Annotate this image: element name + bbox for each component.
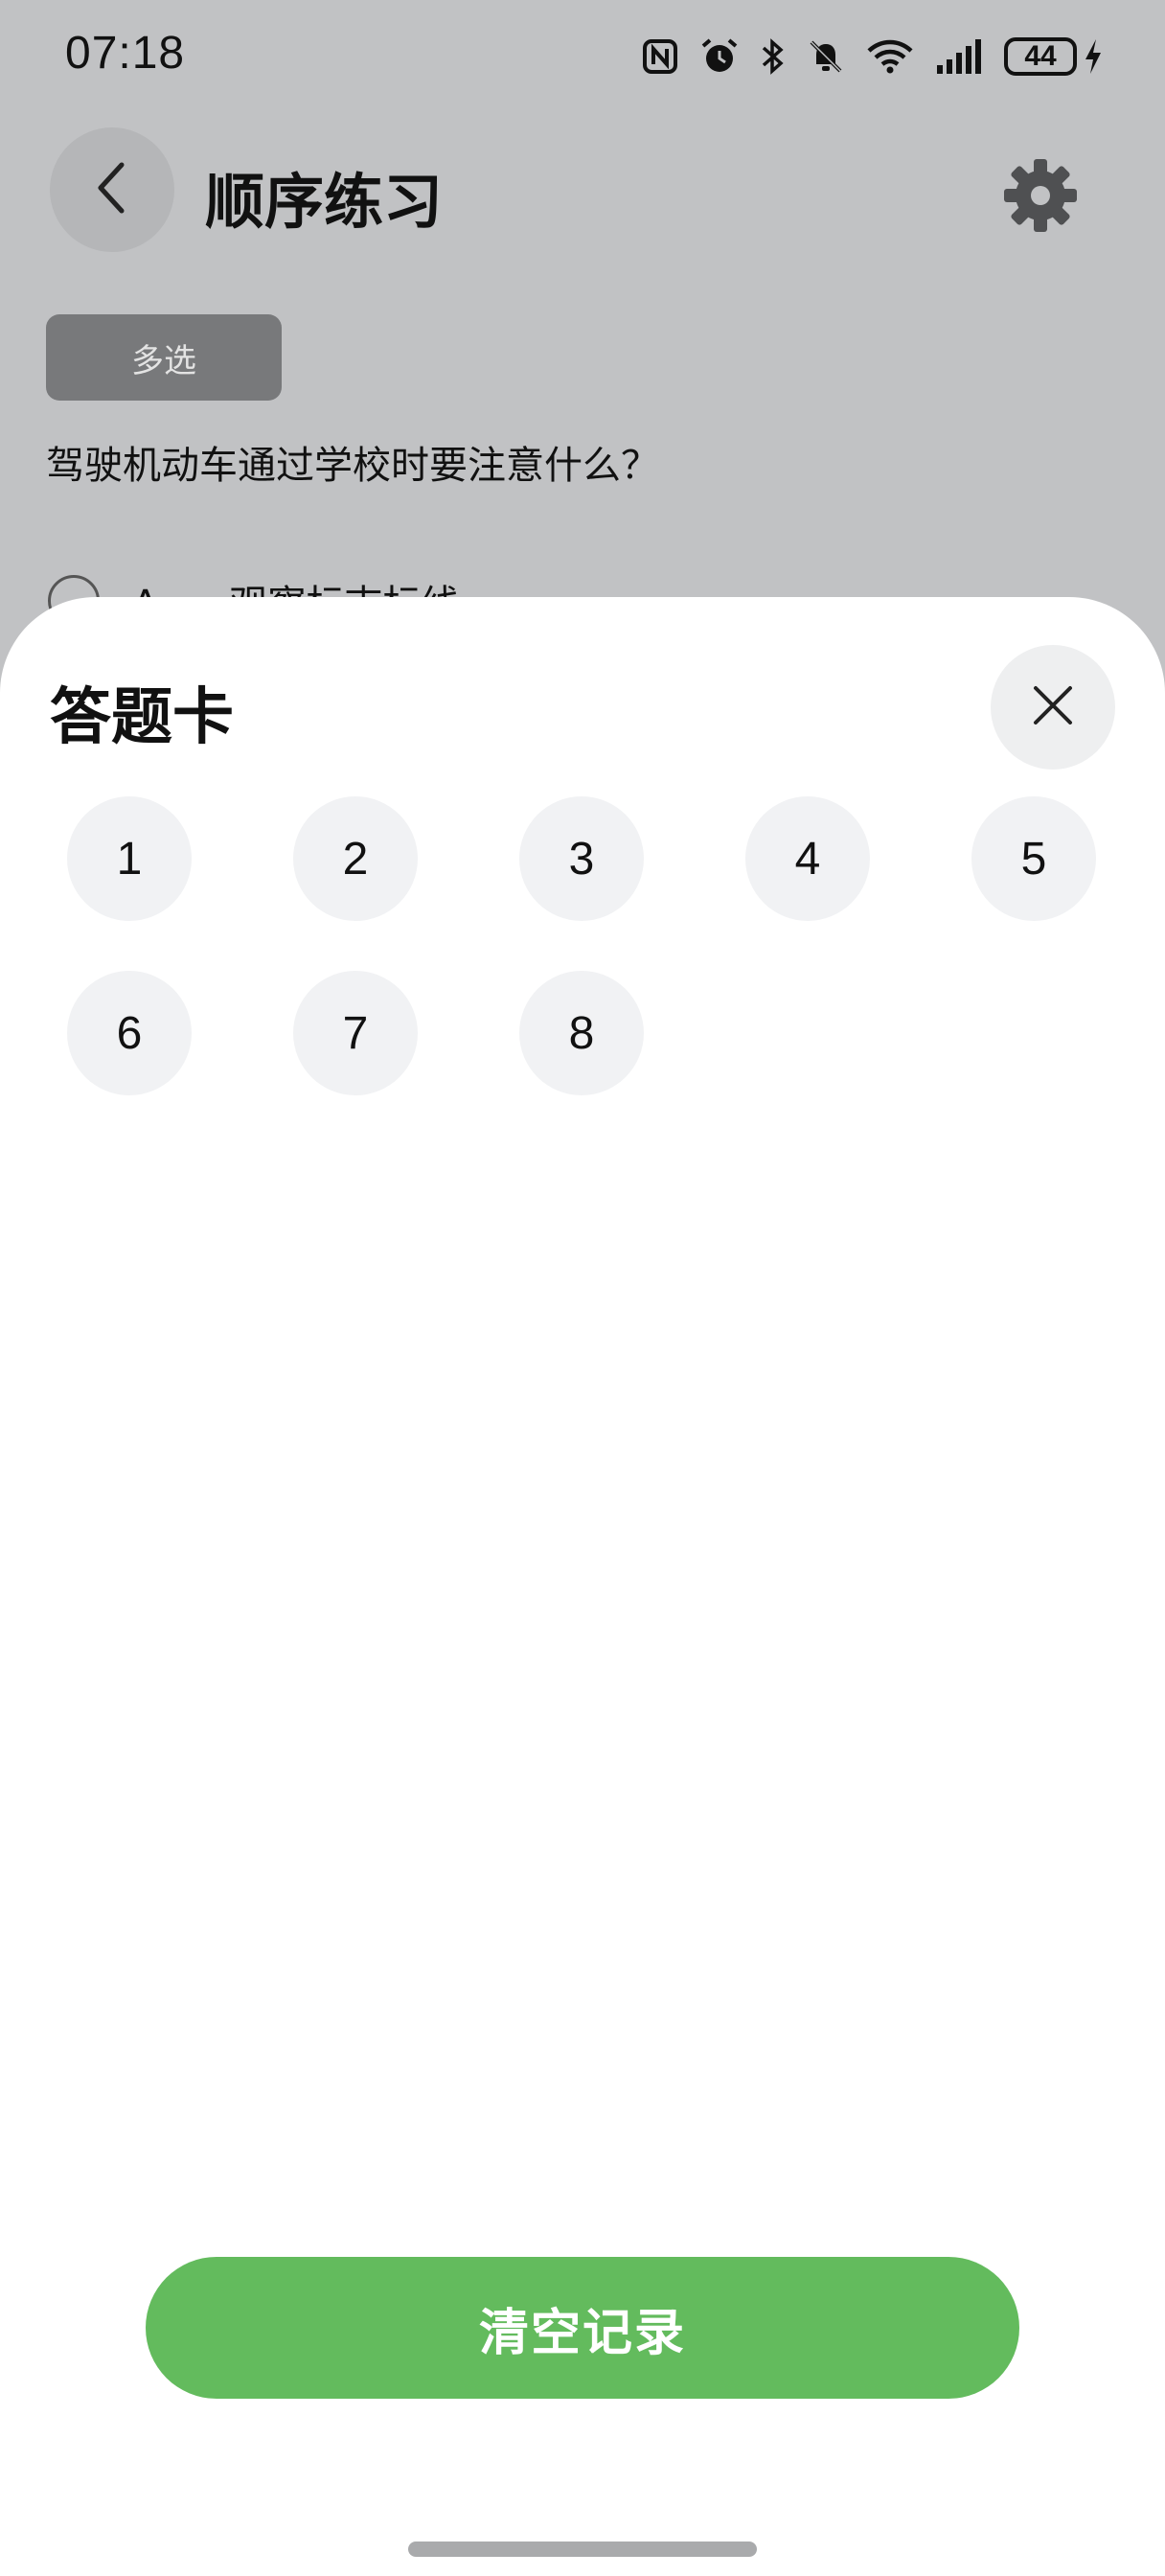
question-number-8[interactable]: 8 xyxy=(519,971,644,1095)
nfc-icon xyxy=(642,38,678,75)
page-title: 顺序练习 xyxy=(205,167,444,237)
home-indicator[interactable] xyxy=(408,2542,757,2557)
status-bar: 07:18 44 xyxy=(0,0,1165,115)
question-text: 驾驶机动车通过学校时要注意什么？ xyxy=(46,444,659,488)
chevron-left-icon xyxy=(93,159,131,220)
question-number-6[interactable]: 6 xyxy=(67,971,192,1095)
bluetooth-icon xyxy=(761,37,786,76)
question-number-4[interactable]: 4 xyxy=(745,796,870,921)
close-button[interactable] xyxy=(991,645,1115,770)
clear-records-button[interactable]: 清空记录 xyxy=(146,2257,1019,2399)
mute-icon xyxy=(807,37,845,76)
question-number-7[interactable]: 7 xyxy=(293,971,418,1095)
status-icons: 44 xyxy=(642,33,1104,80)
back-button[interactable] xyxy=(50,127,174,252)
settings-button[interactable] xyxy=(1000,157,1081,238)
close-icon xyxy=(1030,682,1076,732)
question-number-1[interactable]: 1 xyxy=(67,796,192,921)
question-number-5[interactable]: 5 xyxy=(971,796,1096,921)
status-time: 07:18 xyxy=(65,28,186,79)
charging-icon xyxy=(1083,37,1104,76)
question-number-grid: 1 2 3 4 5 6 7 8 xyxy=(67,796,1098,1095)
question-type-badge: 多选 xyxy=(46,314,282,401)
signal-icon xyxy=(935,38,983,75)
answer-sheet-title: 答题卡 xyxy=(50,682,234,753)
gear-icon xyxy=(1002,157,1079,238)
question-number-2[interactable]: 2 xyxy=(293,796,418,921)
alarm-icon xyxy=(699,36,740,77)
battery-group: 44 xyxy=(1004,37,1104,76)
answer-sheet: 答题卡 1 2 3 4 5 6 7 8 清空记录 xyxy=(0,597,1165,2576)
wifi-icon xyxy=(866,37,914,76)
battery-icon: 44 xyxy=(1004,37,1077,76)
question-number-3[interactable]: 3 xyxy=(519,796,644,921)
